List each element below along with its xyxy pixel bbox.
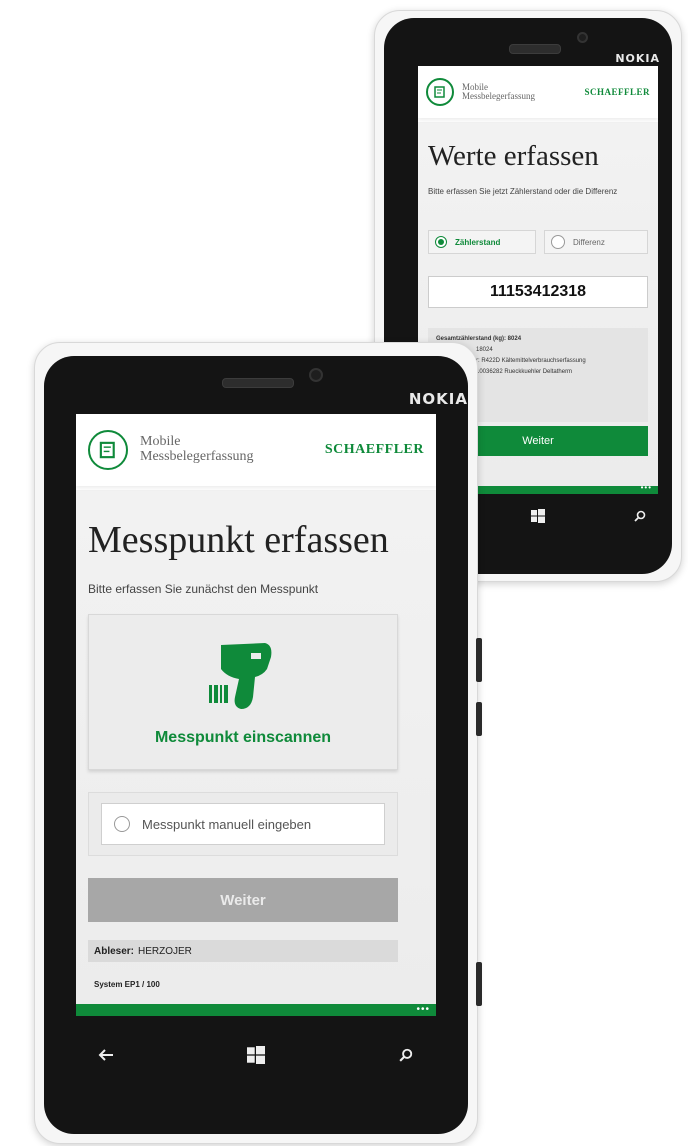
search-icon[interactable] [394, 1043, 418, 1067]
phone-body: NOKIA Mobile Messbelegerfassung SCHAEFFL… [44, 356, 468, 1134]
app-name-line1: Mobile [140, 434, 181, 450]
weiter-button[interactable]: Weiter [88, 878, 398, 922]
page-title: Messpunkt erfassen [88, 519, 389, 561]
more-dots-icon[interactable]: ••• [416, 1005, 430, 1015]
brand-logo: NOKIA [615, 52, 660, 65]
more-dots-icon[interactable]: ••• [641, 484, 652, 492]
app-header: Mobile Messbelegerfassung SCHAEFFLER [418, 66, 658, 118]
speaker [222, 378, 294, 388]
manual-entry-panel: Messpunkt manuell eingeben [88, 792, 398, 856]
app-name-line2: Messbelegerfassung [462, 91, 535, 101]
meter-value-input[interactable]: 11153412318 [428, 276, 648, 308]
radio-label: Zählerstand [455, 237, 501, 247]
front-camera [309, 368, 323, 382]
app-name: Mobile Messbelegerfassung [140, 435, 254, 464]
radio-selected-icon [435, 236, 447, 248]
app-name-line2: Messbelegerfassung [140, 449, 254, 464]
brand-logo: NOKIA [408, 390, 468, 408]
instruction-text: Bitte erfassen Sie jetzt Zählerstand ode… [428, 187, 618, 196]
page-title: Werte erfassen [428, 140, 599, 172]
app-logo-icon [426, 78, 454, 106]
windows-icon[interactable] [244, 1043, 268, 1067]
instruction-text: Bitte erfassen Sie zunächst den Messpunk… [88, 582, 319, 596]
status-bar: ••• [76, 1004, 436, 1016]
system-info: System EP1 / 100 [94, 980, 160, 989]
reader-value: HERZOJER [138, 945, 192, 957]
manual-entry-option[interactable]: Messpunkt manuell eingeben [101, 803, 385, 845]
windows-icon[interactable] [528, 506, 548, 526]
front-phone: NOKIA Mobile Messbelegerfassung SCHAEFFL… [34, 342, 482, 1144]
reader-label: Ableser: [94, 945, 135, 957]
app-name: Mobile Messbelegerfassung [462, 82, 535, 102]
navigation-bar [94, 1032, 418, 1078]
screen: Mobile Messbelegerfassung SCHAEFFLER Mes… [76, 414, 436, 1016]
volume-button [476, 638, 482, 682]
company-logo: SCHAEFFLER [584, 87, 650, 97]
radio-unselected-icon [114, 816, 130, 832]
scan-button[interactable]: Messpunkt einscannen [88, 614, 398, 770]
scan-button-label: Messpunkt einscannen [154, 729, 332, 746]
power-button [476, 702, 482, 736]
front-camera [577, 32, 588, 43]
back-arrow-icon[interactable] [94, 1043, 118, 1067]
radio-differenz[interactable]: Differenz [544, 230, 648, 254]
camera-button [476, 962, 482, 1006]
radio-label: Differenz [573, 237, 605, 247]
company-logo: SCHAEFFLER [324, 442, 424, 457]
search-icon[interactable] [630, 506, 650, 526]
radio-unselected-icon [551, 235, 565, 249]
reader-row: Ableser: HERZOJER [88, 940, 398, 962]
radio-zaehlerstand[interactable]: Zählerstand [428, 230, 536, 254]
app-logo-icon [88, 430, 128, 470]
app-header: Mobile Messbelegerfassung SCHAEFFLER [76, 414, 436, 486]
speaker [509, 44, 561, 54]
manual-entry-label: Messpunkt manuell eingeben [142, 816, 312, 832]
barcode-scanner-icon [207, 639, 277, 715]
